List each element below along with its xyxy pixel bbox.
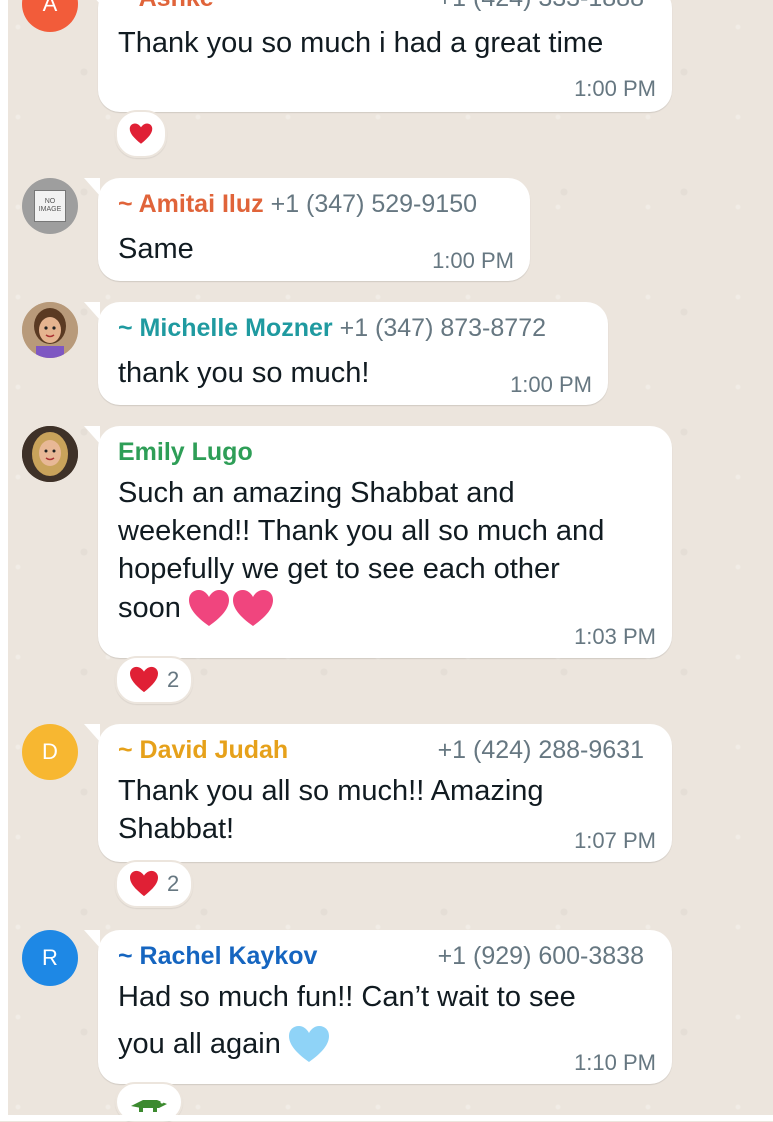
avatar-amitai[interactable]: NO IMAGE [22,178,78,234]
message-text: thank you so much! [118,357,370,389]
message-bubble-ashke[interactable]: ~ Ashke +1 (424) 333-1888 Thank you so m… [84,0,672,112]
message-bubble-emily[interactable]: Emily Lugo Such an amazing Shabbat and w… [84,426,672,658]
message-line: Shabbat! [118,813,235,845]
sender-name[interactable]: ~ Michelle Mozner [118,314,333,342]
sender-phone: +1 (424) 288-9631 [437,736,644,764]
message-time: 1:00 PM [510,372,592,397]
avatar-emily[interactable] [22,426,78,482]
message-text: Thank you so much i had a great time [118,27,604,59]
sender-phone: +1 (347) 529-9150 [270,190,478,218]
message-time: 1:00 PM [432,248,514,273]
sender-header: ~ Amitai Iluz +1 (347) 529-9150 [118,190,477,219]
woman-photo-icon [22,426,78,482]
message-text: Had so much fun!! Can’t wait to see you … [118,978,576,1064]
crocodile-icon [131,1100,167,1112]
reaction-count: 2 [167,667,180,692]
avatar-rachel[interactable]: R [22,930,78,986]
no-image-icon: NO IMAGE [34,190,66,222]
message-text: Such an amazing Shabbat and weekend!! Th… [118,474,604,628]
message-time: 1:07 PM [574,828,656,853]
red-heart-icon [130,666,158,693]
child-photo-icon [22,302,78,358]
sender-phone: +1 (929) 600-3838 [437,942,644,970]
message-line: Thank you all so much!! Amazing [118,775,544,807]
reaction-count: 2 [167,871,180,896]
message-bubble-michelle[interactable]: ~ Michelle Mozner +1 (347) 873-8772 than… [84,302,608,405]
red-heart-icon [129,123,153,144]
message-line: soon [118,592,181,624]
message-bubble-rachel[interactable]: ~ Rachel Kaykov +1 (929) 600-3838 Had so… [84,930,672,1084]
sender-name[interactable]: ~ Amitai Iluz [118,190,264,218]
bottom-edge [0,1115,773,1121]
sender-name[interactable]: ~ Ashke [118,0,214,12]
message-line: you all again [118,1028,281,1060]
message-time: 1:00 PM [574,76,656,101]
message-line: Such an amazing Shabbat and [118,477,515,509]
light-blue-heart-emoji [288,1026,329,1062]
message-line: weekend!! Thank you all so much and [118,515,605,547]
message-line: hopefully we get to see each other [118,553,560,585]
avatar-letter: A [42,0,58,16]
sender-header: Emily Lugo [118,438,253,467]
message-text: Thank you all so much!! Amazing Shabbat! [118,772,544,848]
two-pink-hearts-emoji [188,590,273,626]
avatar-michelle[interactable] [22,302,78,358]
message-line-last: soon [118,588,604,628]
reaction-pill[interactable]: 2 [115,860,194,908]
message-bubble-david[interactable]: ~ David Judah +1 (424) 288-9631 Thank yo… [84,724,672,862]
sender-header: ~ Ashke [118,0,214,13]
message-time: 1:03 PM [574,624,656,649]
sender-header: ~ Rachel Kaykov [118,942,317,971]
sender-phone: +1 (424) 333-1888 [438,0,644,13]
reaction-pill[interactable] [115,110,167,158]
sender-phone: +1 (347) 873-8772 [339,314,547,342]
message-line-last: you all again [118,1024,576,1064]
left-edge [0,0,8,1121]
sender-name[interactable]: ~ Rachel Kaykov [118,942,317,970]
sender-header: ~ David Judah [118,736,288,765]
avatar-letter: D [42,739,58,764]
sender-name[interactable]: ~ David Judah [118,736,288,764]
sender-name[interactable]: Emily Lugo [118,438,253,466]
reaction-pill[interactable]: 2 [115,656,194,704]
avatar-david[interactable]: D [22,724,78,780]
message-bubble-amitai[interactable]: ~ Amitai Iluz +1 (347) 529-9150 Same 1:0… [84,178,530,281]
message-text: Same [118,233,194,265]
sender-header: ~ Michelle Mozner +1 (347) 873-8772 [118,314,546,343]
message-time: 1:10 PM [574,1050,656,1075]
avatar-letter: R [42,945,58,970]
message-line: Had so much fun!! Can’t wait to see [118,981,576,1013]
red-heart-icon [130,870,158,897]
